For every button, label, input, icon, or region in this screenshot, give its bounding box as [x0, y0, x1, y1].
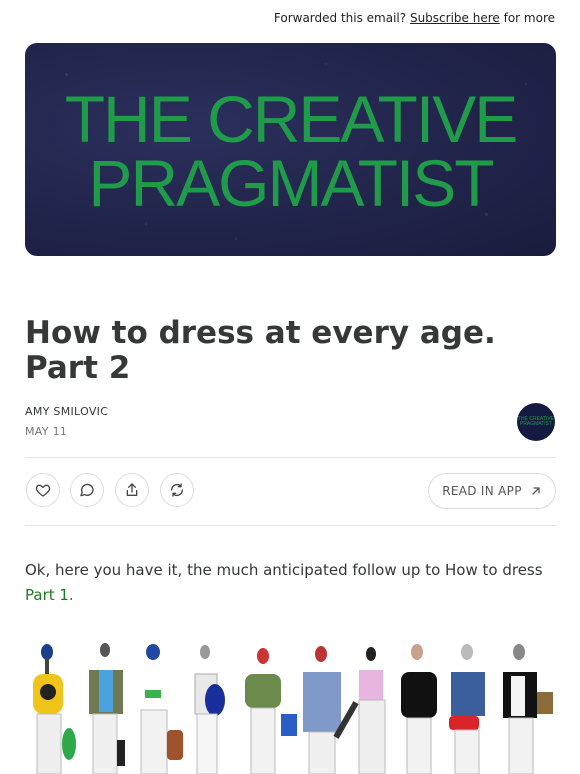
figure-10: [503, 644, 553, 774]
divider-bottom: [25, 525, 556, 526]
heart-icon: [35, 484, 51, 497]
publication-logo[interactable]: THE CREATIVE PRAGMATIST: [517, 403, 555, 441]
banner-title-line1: THE CREATIVE: [64, 82, 519, 156]
banner-title-line2: PRAGMATIST: [88, 146, 494, 220]
figure-8: [401, 644, 437, 774]
part-1-link[interactable]: Part 1.: [25, 586, 74, 604]
comment-icon: [80, 483, 94, 497]
forward-notice: Forwarded this email? Subscribe here for…: [274, 11, 555, 25]
figure-1: [33, 644, 76, 774]
share-button[interactable]: [115, 473, 149, 507]
read-in-app-button[interactable]: READ IN APP: [428, 473, 556, 509]
figure-4: [194, 645, 225, 774]
publication-logo-text: THE CREATIVE PRAGMATIST: [517, 416, 555, 427]
comment-button[interactable]: [70, 473, 104, 507]
restack-button[interactable]: [160, 473, 194, 507]
arrow-up-right-icon: [532, 487, 540, 495]
forward-text: Forwarded this email?: [273, 11, 407, 25]
figure-6: [303, 646, 359, 774]
post-title[interactable]: How to dress at every age. Part 2: [25, 316, 545, 386]
intro-text: Ok, here you have it, the much anticipat…: [25, 561, 543, 579]
figure-9: [449, 644, 485, 774]
figure-7: [358, 647, 386, 774]
post-date: MAY 11: [25, 425, 68, 438]
author-name[interactable]: AMY SMILOVIC: [25, 405, 108, 418]
figure-3: [140, 644, 183, 774]
refresh-icon: [171, 483, 183, 497]
intro-paragraph: Ok, here you have it, the much anticipat…: [25, 558, 545, 608]
figure-2: [89, 643, 125, 774]
share-icon: [126, 483, 138, 496]
forward-suffix: for more: [503, 11, 555, 25]
like-button[interactable]: [26, 473, 60, 507]
publication-banner[interactable]: THE CREATIVE PRAGMATIST: [25, 43, 556, 256]
read-in-app-label: READ IN APP: [442, 484, 522, 498]
divider-top: [25, 457, 556, 458]
figure-5: [245, 648, 297, 774]
subscribe-link[interactable]: Subscribe here: [410, 11, 500, 25]
fashion-illustration[interactable]: [25, 640, 556, 774]
